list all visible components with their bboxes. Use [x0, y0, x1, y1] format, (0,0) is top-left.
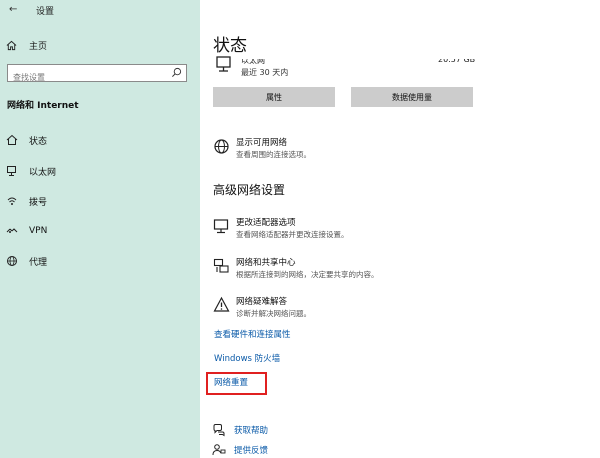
hardware-properties-link[interactable]: 查看硬件和连接属性 — [214, 328, 291, 340]
globe-network-icon — [214, 139, 229, 154]
back-arrow-icon[interactable]: ← — [9, 4, 17, 15]
sidebar: ← 设置 主页 网络和 Internet 状态 以太网 — [0, 0, 200, 458]
firewall-link[interactable]: Windows 防火墙 — [214, 352, 280, 364]
dialup-icon — [7, 197, 17, 205]
globe-icon — [7, 256, 17, 266]
page-title: 状态 — [213, 36, 247, 56]
sidebar-item-label: VPN — [29, 226, 48, 236]
connection-period: 最近 30 天内 — [241, 68, 289, 77]
sidebar-item-status[interactable]: 状态 — [6, 132, 47, 148]
change-adapter-link[interactable]: 更改适配器选项 — [236, 216, 296, 228]
sidebar-item-label: 状态 — [29, 136, 48, 147]
help-icon — [213, 424, 225, 437]
home-icon — [6, 40, 17, 50]
sidebar-item-proxy[interactable]: 代理 — [6, 253, 47, 269]
sidebar-item-label: 拨号 — [29, 197, 48, 208]
connection-name: 以太网 — [241, 56, 265, 65]
sidebar-item-label: 代理 — [29, 257, 48, 268]
sidebar-item-ethernet[interactable]: 以太网 — [6, 163, 56, 179]
properties-button[interactable]: 属性 — [213, 87, 335, 107]
search-input[interactable] — [13, 70, 163, 85]
warning-icon — [213, 296, 230, 312]
feedback-link[interactable]: 提供反馈 — [234, 444, 268, 456]
sidebar-item-dialup[interactable]: 拨号 — [6, 193, 47, 209]
ethernet-icon — [7, 166, 16, 176]
troubleshoot-desc: 诊断并解决网络问题。 — [236, 309, 311, 318]
advanced-settings-heading: 高级网络设置 — [213, 183, 286, 197]
adapter-icon — [213, 219, 229, 234]
sharing-center-link[interactable]: 网络和共享中心 — [236, 256, 296, 268]
search-box[interactable] — [7, 64, 187, 85]
sidebar-item-label: 以太网 — [29, 167, 57, 178]
data-usage-button[interactable]: 数据使用量 — [351, 87, 473, 107]
vpn-icon — [6, 228, 18, 233]
show-networks-desc: 查看周围的连接选项。 — [236, 150, 311, 159]
get-help-link[interactable]: 获取帮助 — [234, 424, 268, 436]
sidebar-item-vpn[interactable]: VPN — [6, 223, 47, 239]
sidebar-item-label: 主页 — [29, 41, 48, 52]
search-icon[interactable] — [171, 67, 182, 78]
data-usage-amount: 20.57 GB — [438, 55, 476, 64]
main-panel: 状态 以太网 最近 30 天内 20.57 GB 属性 数据使用量 显示可用网络… — [200, 0, 600, 458]
sharing-center-icon — [213, 258, 229, 273]
feedback-icon — [212, 444, 226, 456]
troubleshoot-link[interactable]: 网络疑难解答 — [236, 295, 287, 307]
sidebar-section-title: 网络和 Internet — [7, 101, 79, 111]
sharing-center-desc: 根据所连接到的网络，决定要共享的内容。 — [236, 270, 379, 279]
ethernet-device-icon — [216, 56, 231, 72]
show-networks-link[interactable]: 显示可用网络 — [236, 136, 287, 148]
app-title: 设置 — [36, 7, 55, 17]
sidebar-item-home[interactable]: 主页 — [6, 38, 47, 52]
change-adapter-desc: 查看网络适配器并更改连接设置。 — [236, 230, 349, 239]
highlight-box — [206, 372, 267, 395]
status-icon — [6, 134, 18, 145]
